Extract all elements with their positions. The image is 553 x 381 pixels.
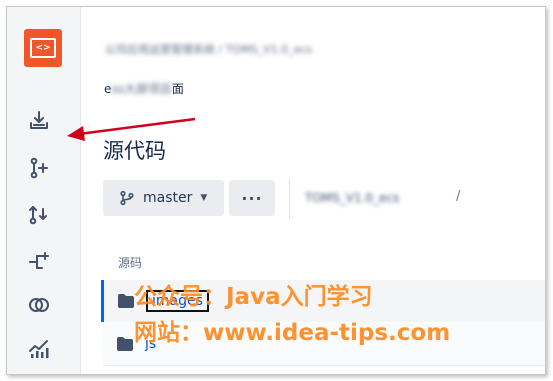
watermark-line-2: 网站：www.idea-tips.com [134,320,451,346]
branch-label: master [143,190,193,206]
branch-selector[interactable]: master ▼ [103,180,224,216]
download-icon[interactable] [25,107,53,135]
chevron-down-icon: ▼ [200,193,208,203]
folder-icon [118,294,134,308]
annotation-arrow [67,117,196,141]
code-folder-icon: <> [30,38,56,58]
compare-icon[interactable] [25,291,53,319]
chart-icon[interactable] [25,334,53,362]
folder-icon [117,337,133,351]
subtitle-suffix: 面 [171,82,184,96]
project-subtitle: ess大屏项目面 [104,80,184,97]
breadcrumb[interactable]: 公司应用运营管理系统 / TOMS_V1.0_ecs [105,41,312,57]
section-label: 源码 [118,256,143,270]
path-separator: / [456,189,461,204]
repo-path[interactable]: TOMS_V1.0_ecs [305,191,399,205]
branch-icon[interactable] [25,248,53,276]
git-commit-icon[interactable] [25,154,53,182]
watermark-line-1: 公众号：Java入门学习 [134,284,373,310]
project-logo[interactable]: <> [24,29,62,67]
subtitle-blurred: ss大屏项目 [111,82,172,96]
sidebar: <> [7,7,81,374]
divider [289,179,290,219]
branch-icon [120,190,134,206]
pull-request-icon[interactable] [25,201,53,229]
more-actions-button[interactable]: ··· [229,180,275,216]
app-window: <> 公司应用运营管理系统 / TOMS_V1.0_ecs ess大屏项目面 源… [6,6,546,375]
